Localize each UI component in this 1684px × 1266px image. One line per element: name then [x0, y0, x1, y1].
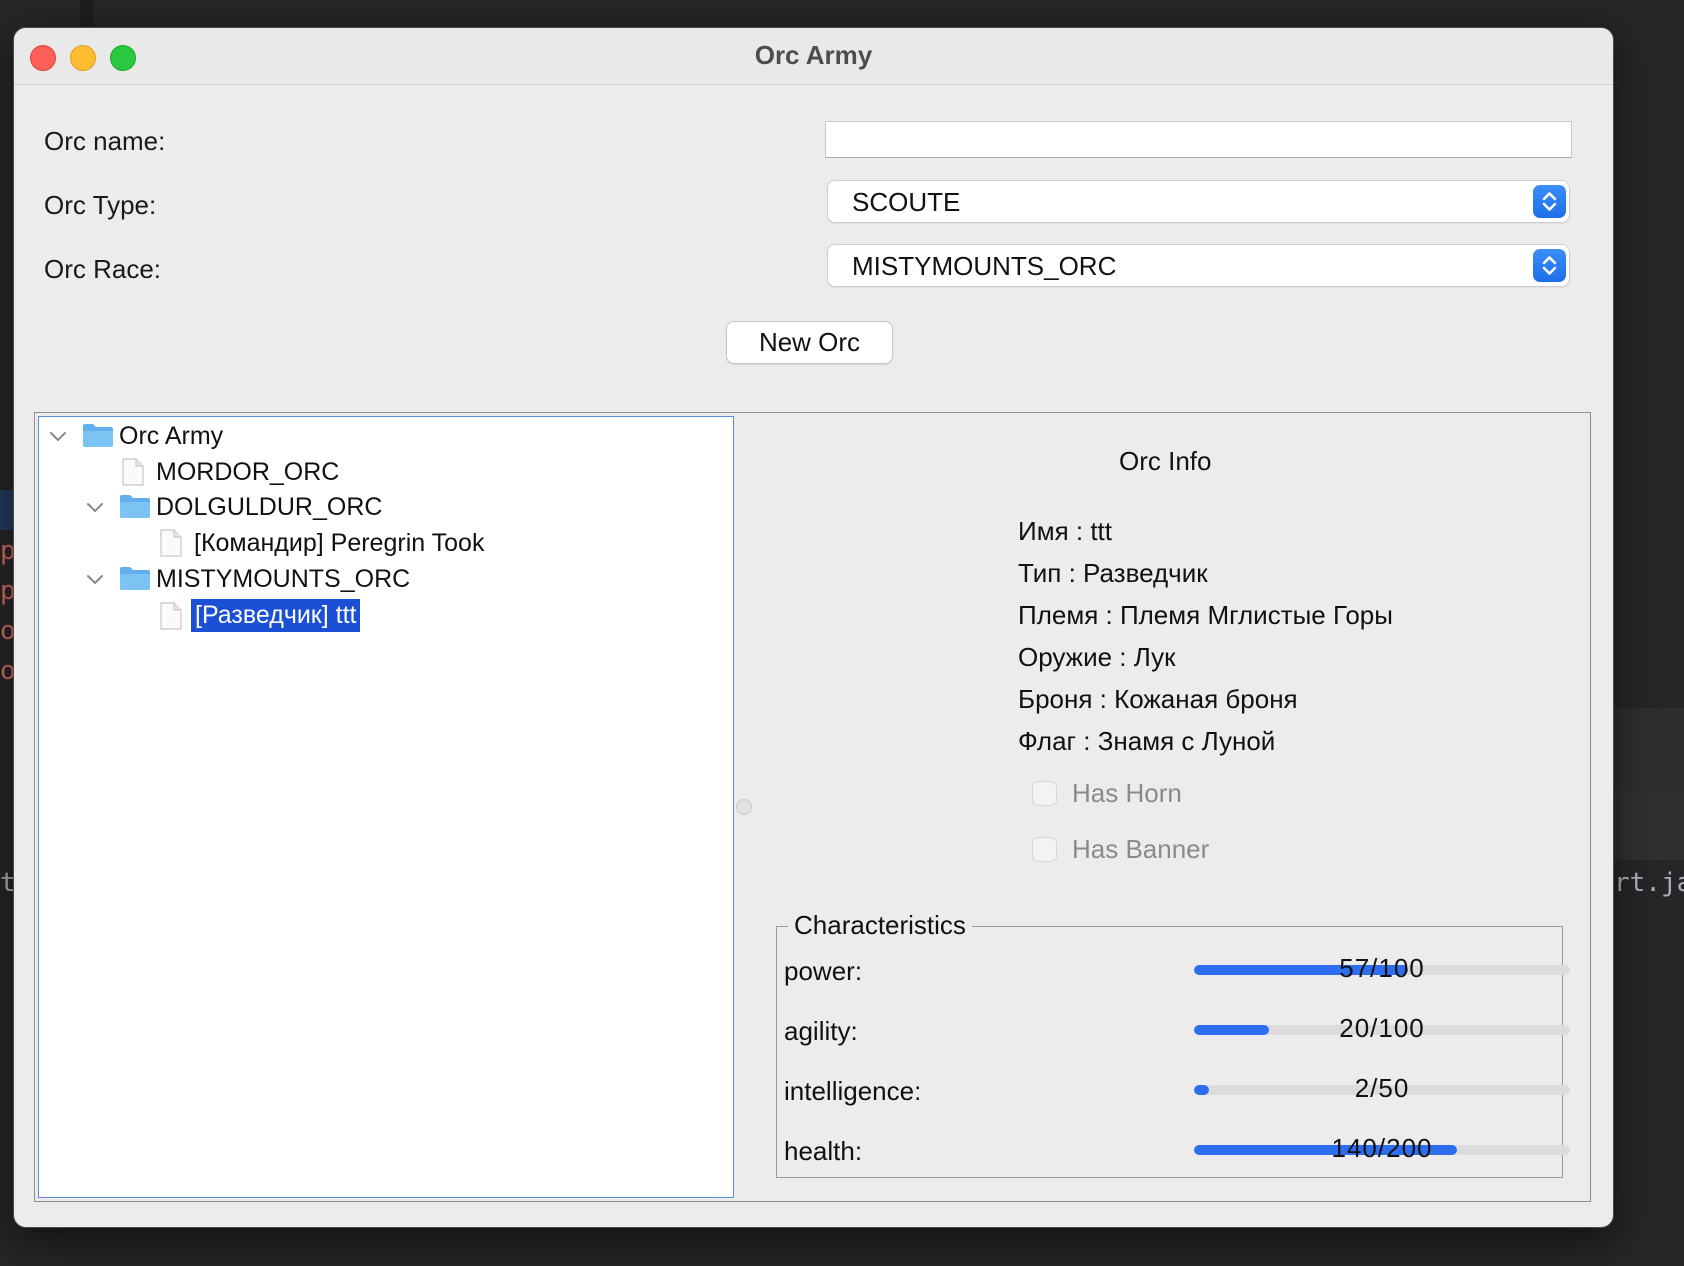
split-divider-handle[interactable]	[736, 799, 752, 815]
orc-name-input[interactable]	[825, 121, 1572, 158]
tree-node-scout-selected[interactable]: [Разведчик] ttt	[39, 597, 729, 635]
stat-intelligence-value: 2/50	[1354, 1073, 1410, 1103]
orc-type-select[interactable]: SCOUTE	[828, 181, 1569, 222]
stat-intelligence-label: intelligence:	[784, 1076, 922, 1106]
tree-node-dolguldur-orc[interactable]: DOLGULDUR_ORC	[39, 488, 729, 526]
info-armor-line: Броня : Кожаная броня	[1018, 684, 1298, 714]
orc-army-tree[interactable]: Orc Army MORDOR_ORC DOLGULDUR_ORC [Коман…	[38, 416, 734, 1198]
orc-name-label: Orc name:	[44, 126, 166, 156]
info-type-line: Тип : Разведчик	[1018, 558, 1208, 588]
tree-node-commander[interactable]: [Командир] Peregrin Took	[39, 524, 729, 562]
document-icon	[160, 602, 182, 630]
background-ide-strip	[80, 0, 94, 28]
select-arrows-icon	[1533, 249, 1566, 282]
stat-health-label: health:	[784, 1136, 863, 1166]
stat-agility-value: 20/100	[1339, 1013, 1425, 1043]
background-ide-strip	[0, 490, 14, 530]
tree-node-label: Orc Army	[119, 422, 224, 450]
info-flag-line: Флаг : Знамя с Луной	[1018, 726, 1276, 756]
orc-race-label: Orc Race:	[44, 254, 162, 284]
has-banner-label: Has Banner	[1072, 834, 1210, 864]
window-title: Orc Army	[754, 40, 873, 70]
folder-icon	[83, 424, 113, 447]
has-horn-label: Has Horn	[1072, 778, 1182, 808]
orc-type-label: Orc Type:	[44, 190, 157, 220]
tree-node-mordor-orc[interactable]: MORDOR_ORC	[39, 453, 729, 491]
info-tribe-line: Племя : Племя Мглистые Горы	[1018, 600, 1393, 630]
document-icon	[160, 529, 182, 557]
has-banner-checkbox[interactable]	[1032, 837, 1057, 862]
folder-icon	[120, 495, 150, 518]
chevron-down-icon[interactable]	[85, 569, 105, 589]
chevron-down-icon[interactable]	[85, 497, 105, 517]
chevron-down-icon[interactable]	[48, 426, 68, 446]
info-name-line: Имя : ttt	[1018, 516, 1112, 546]
new-orc-button[interactable]: New Orc	[727, 322, 892, 363]
orc-army-window: Orc Army Orc name: Orc Type: SCOUTE Orc …	[14, 28, 1613, 1227]
background-ide-panel	[1613, 708, 1684, 790]
stat-power-label: power:	[784, 956, 863, 986]
tree-node-label: [Командир] Peregrin Took	[194, 529, 485, 557]
has-horn-checkbox[interactable]	[1032, 781, 1057, 806]
tree-node-label: DOLGULDUR_ORC	[156, 493, 383, 521]
background-ide-code: rt.ja	[1614, 868, 1684, 898]
stat-health-value: 140/200	[1331, 1133, 1433, 1163]
orc-info-title: Orc Info	[1119, 446, 1212, 476]
tree-node-label: MISTYMOUNTS_ORC	[156, 565, 411, 593]
stat-agility-label: agility:	[784, 1016, 858, 1046]
info-weapon-line: Оружие : Лук	[1018, 642, 1176, 672]
tree-node-label: [Разведчик] ttt	[191, 599, 361, 632]
stat-power-value: 57/100	[1339, 953, 1425, 983]
orc-race-value: MISTYMOUNTS_ORC	[852, 251, 1117, 281]
tree-node-mistymounts-orc[interactable]: MISTYMOUNTS_ORC	[39, 560, 729, 598]
orc-type-value: SCOUTE	[852, 187, 961, 217]
orc-race-select[interactable]: MISTYMOUNTS_ORC	[828, 245, 1569, 286]
background-ide-panel	[1613, 790, 1684, 860]
document-icon	[122, 458, 144, 486]
title-bar: Orc Army	[14, 28, 1613, 85]
background-ide-code: tu	[0, 868, 14, 898]
tree-node-label: MORDOR_ORC	[156, 458, 340, 486]
tree-node-root[interactable]: Orc Army	[39, 417, 729, 455]
characteristics-legend: Characteristics	[788, 910, 972, 941]
select-arrows-icon	[1533, 185, 1566, 218]
folder-icon	[120, 567, 150, 590]
